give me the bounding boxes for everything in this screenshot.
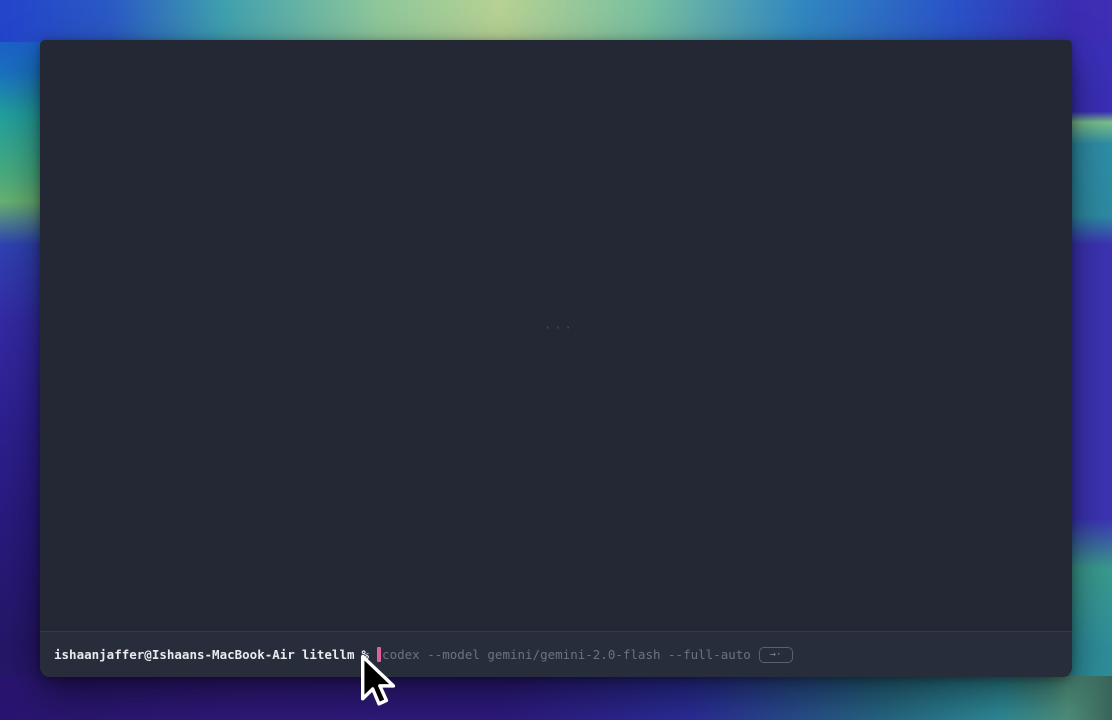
prompt-symbol: % — [362, 647, 370, 662]
text-caret — [377, 647, 381, 662]
prompt-directory: litellm — [302, 647, 355, 662]
wallpaper-right-band — [1068, 0, 1112, 720]
prompt-user-host: ishaanjaffer@Ishaans-MacBook-Air — [54, 647, 295, 662]
terminal-input-block[interactable]: ishaanjaffer@Ishaans-MacBook-Air litellm… — [40, 631, 1072, 677]
desktop-screen: ··· ishaanjaffer@Ishaans-MacBook-Air lit… — [0, 0, 1112, 720]
right-arrow-key-icon: →· — [759, 647, 793, 663]
wallpaper-top-band — [0, 0, 1112, 42]
terminal-prompt-line[interactable]: ishaanjaffer@Ishaans-MacBook-Air litellm… — [40, 647, 793, 663]
autosuggestion-text: codex --model gemini/gemini-2.0-flash --… — [382, 647, 751, 662]
terminal-window[interactable]: ··· ishaanjaffer@Ishaans-MacBook-Air lit… — [40, 40, 1072, 677]
wallpaper-left-band — [0, 0, 44, 720]
terminal-output-area[interactable]: ··· — [40, 40, 1072, 632]
terminal-faint-ellipsis: ··· — [544, 321, 575, 335]
wallpaper-bottom-band — [0, 676, 1112, 720]
